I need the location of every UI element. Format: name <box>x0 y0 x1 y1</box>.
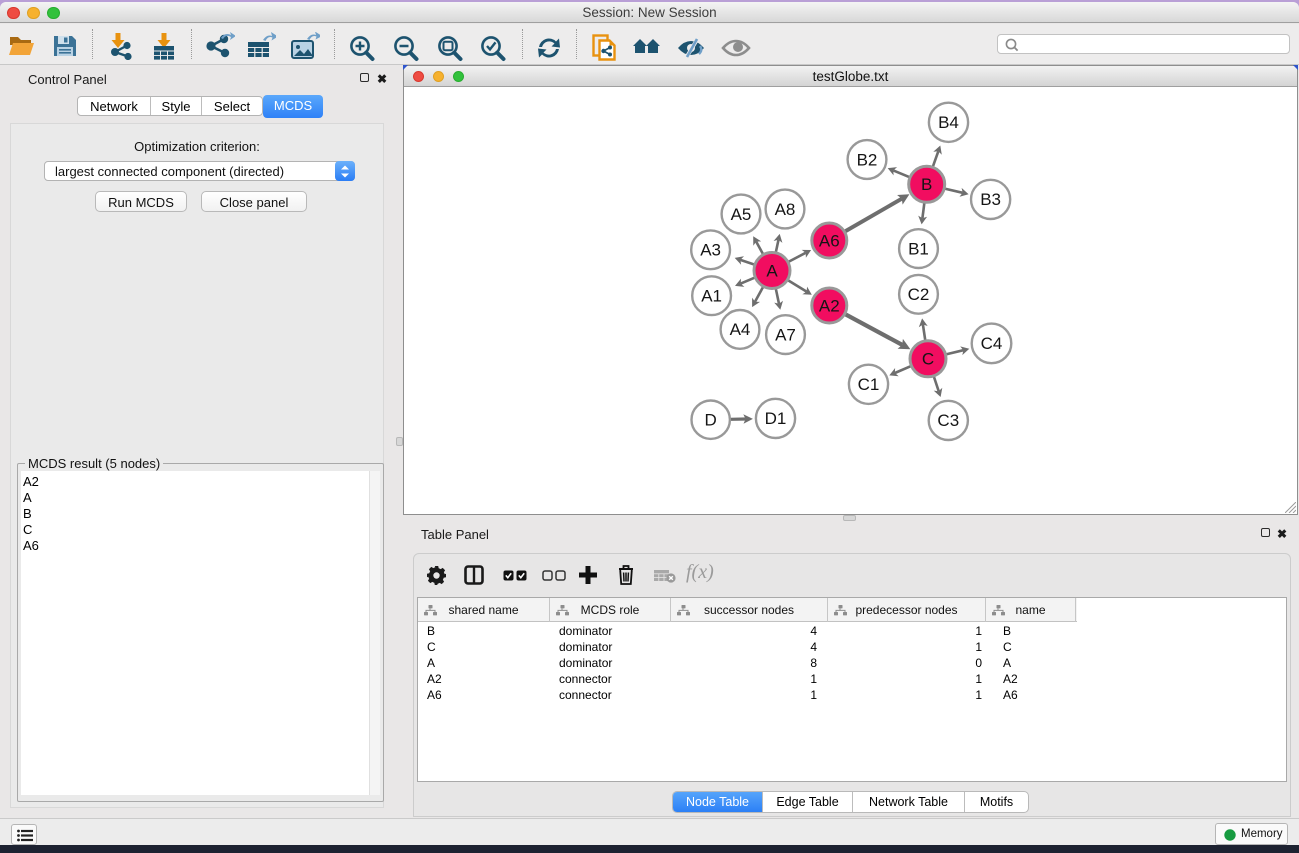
svg-text:C: C <box>922 350 934 369</box>
svg-text:B1: B1 <box>908 239 929 258</box>
svg-text:A2: A2 <box>819 296 840 315</box>
svg-text:A: A <box>766 261 778 280</box>
svg-text:C4: C4 <box>981 334 1003 353</box>
svg-text:A7: A7 <box>775 325 796 344</box>
svg-text:B: B <box>921 175 932 194</box>
svg-text:C2: C2 <box>908 285 930 304</box>
svg-text:A1: A1 <box>701 287 722 306</box>
svg-text:C1: C1 <box>858 375 880 394</box>
svg-text:A3: A3 <box>700 241 721 260</box>
svg-text:B2: B2 <box>857 150 878 169</box>
svg-text:C3: C3 <box>937 411 959 430</box>
svg-text:A4: A4 <box>730 320 751 339</box>
svg-text:D1: D1 <box>765 409 787 428</box>
svg-text:D: D <box>705 411 717 430</box>
svg-text:A5: A5 <box>731 205 752 224</box>
svg-text:A6: A6 <box>819 231 840 250</box>
svg-text:B3: B3 <box>980 190 1001 209</box>
svg-text:A8: A8 <box>775 200 796 219</box>
svg-text:B4: B4 <box>938 113 959 132</box>
